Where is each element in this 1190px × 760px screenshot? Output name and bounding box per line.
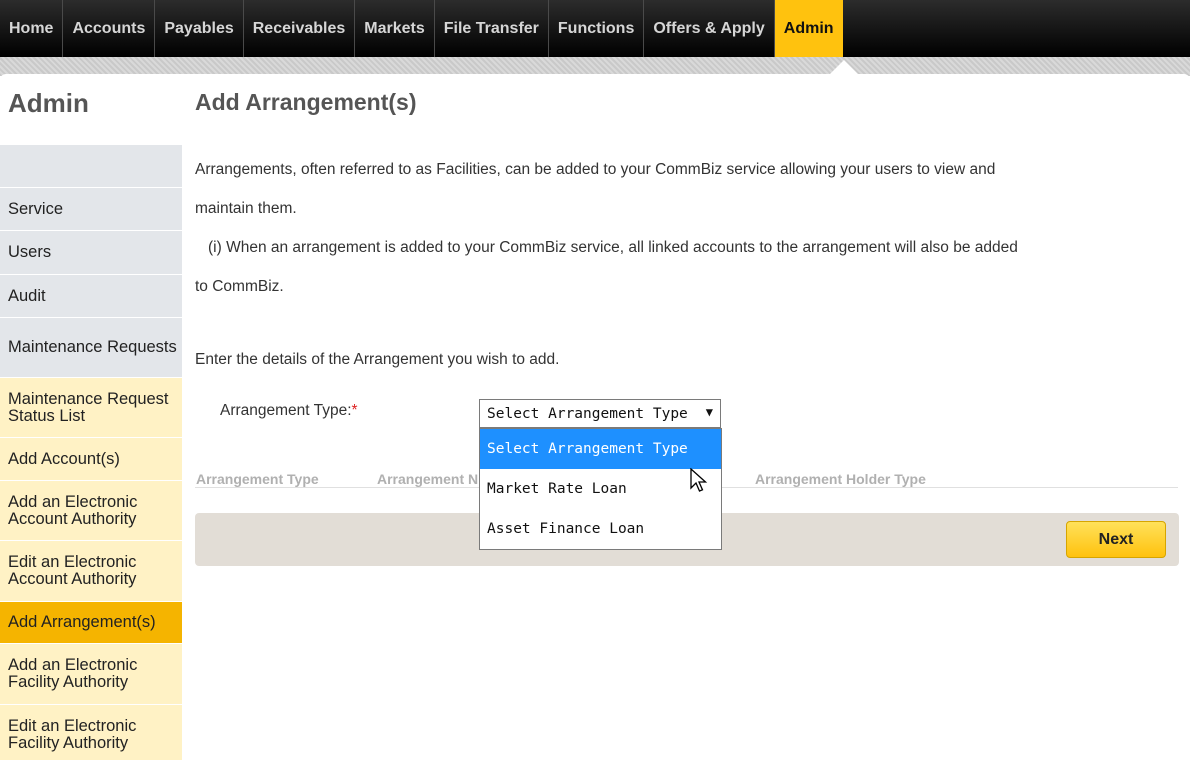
mouse-pointer-icon bbox=[690, 468, 708, 492]
arrangement-type-dropdown: Select Arrangement Type Market Rate Loan… bbox=[479, 428, 722, 550]
arrangement-type-label: Arrangement Type:* bbox=[220, 402, 358, 419]
sidebar-item-maintenance-status[interactable]: Maintenance Request Status List bbox=[0, 378, 182, 438]
sidebar-item-service[interactable]: Service bbox=[0, 188, 182, 231]
required-marker: * bbox=[351, 402, 358, 419]
option-select-type[interactable]: Select Arrangement Type bbox=[480, 429, 721, 469]
col-arrangement-holder-type: Arrangement Holder Type bbox=[755, 471, 926, 487]
sidebar-item-users[interactable]: Users bbox=[0, 231, 182, 275]
nav-payables[interactable]: Payables bbox=[155, 0, 244, 57]
sidebar-item-edit-account-authority[interactable]: Edit an Electronic Account Authority bbox=[0, 541, 182, 602]
intro-text-line1: Arrangements, often referred to as Facil… bbox=[195, 161, 996, 178]
dropdown-arrow-icon: ▼ bbox=[705, 405, 713, 419]
sidebar-item-audit[interactable]: Audit bbox=[0, 275, 182, 318]
sidebar-item-add-accounts[interactable]: Add Account(s) bbox=[0, 438, 182, 481]
nav-file-transfer[interactable]: File Transfer bbox=[435, 0, 549, 57]
nav-home[interactable]: Home bbox=[0, 0, 64, 57]
page-title: Add Arrangement(s) bbox=[195, 89, 417, 115]
sidebar: Service Users Audit Maintenance Requests… bbox=[0, 145, 182, 760]
sidebar-item-add-account-authority[interactable]: Add an Electronic Account Authority bbox=[0, 481, 182, 541]
sidebar-item-add-arrangements[interactable]: Add Arrangement(s) bbox=[0, 602, 182, 644]
option-asset-finance-loan[interactable]: Asset Finance Loan bbox=[480, 509, 721, 549]
nav-functions[interactable]: Functions bbox=[549, 0, 645, 57]
sidebar-title: Admin bbox=[8, 88, 89, 118]
option-market-rate-loan[interactable]: Market Rate Loan bbox=[480, 469, 721, 509]
info-text-line1: (i) When an arrangement is added to your… bbox=[208, 239, 1018, 256]
instructions-text: Enter the details of the Arrangement you… bbox=[195, 351, 560, 368]
next-button[interactable]: Next bbox=[1066, 521, 1166, 558]
arrangement-type-select[interactable]: Select Arrangement Type ▼ bbox=[479, 399, 721, 428]
sidebar-item-maintenance-requests[interactable]: Maintenance Requests bbox=[0, 318, 182, 378]
top-nav: Home Accounts Payables Receivables Marke… bbox=[0, 0, 1190, 57]
sidebar-item-blank bbox=[0, 145, 182, 188]
nav-offers-apply[interactable]: Offers & Apply bbox=[644, 0, 775, 57]
info-text-line2: to CommBiz. bbox=[195, 278, 284, 295]
nav-receivables[interactable]: Receivables bbox=[244, 0, 356, 57]
nav-markets[interactable]: Markets bbox=[355, 0, 435, 57]
sidebar-item-edit-facility-authority[interactable]: Edit an Electronic Facility Authority bbox=[0, 705, 182, 760]
nav-admin[interactable]: Admin bbox=[774, 0, 843, 57]
intro-text-line2: maintain them. bbox=[195, 200, 297, 217]
col-arrangement-type: Arrangement Type bbox=[196, 471, 319, 487]
nav-accounts[interactable]: Accounts bbox=[63, 0, 156, 57]
active-tab-notch bbox=[828, 60, 860, 76]
col-arrangement-number: Arrangement N bbox=[377, 471, 479, 487]
sidebar-item-add-facility-authority[interactable]: Add an Electronic Facility Authority bbox=[0, 644, 182, 705]
select-value: Select Arrangement Type bbox=[487, 405, 688, 422]
